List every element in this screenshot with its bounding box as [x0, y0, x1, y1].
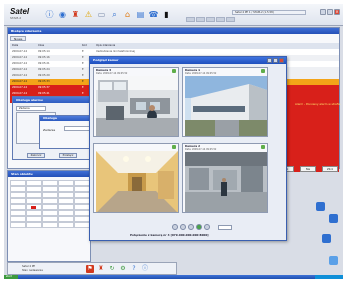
desktop-shortcut-icon[interactable] [329, 214, 338, 223]
toolbar-icons: ⓘ ◉ ♜ ⚠ ▭ ⌕ ⌂ ▤ ☎ ▮ [44, 8, 172, 22]
walking-person-icon[interactable]: ♜ [70, 8, 81, 21]
walking-person-icon[interactable]: ♜ [97, 265, 105, 273]
status-cell[interactable] [10, 222, 26, 228]
status-line-2: Stan nadawania [22, 269, 43, 272]
camera-feed-office [96, 76, 178, 136]
camera-pane-3[interactable]: Kamera 3 Data: 2009-07-14 09:05:52 [93, 67, 179, 137]
minimize-button[interactable] [267, 58, 272, 63]
camera-feed-corridor [96, 151, 178, 212]
system-tray [315, 275, 343, 279]
minimize-button[interactable] [320, 9, 326, 15]
forward-icon[interactable] [204, 224, 210, 230]
connection-status: Połączenie z kamerą nr 4 [079.000.000.00… [130, 233, 209, 237]
camera-status-icon [261, 69, 265, 73]
desktop-shortcut-icon[interactable] [322, 234, 331, 243]
alarm-bell-icon[interactable]: ◉ [57, 8, 68, 21]
tab-new-events[interactable]: Nowe [10, 36, 27, 41]
status-cell[interactable] [42, 222, 58, 228]
flag-icon[interactable]: ⚑ [86, 265, 94, 273]
subwindow-title: Obsługa [40, 116, 96, 121]
alarm-count-button[interactable]: Zlicz [322, 166, 338, 172]
camera-pane-1[interactable]: Kamera 1 Data: 2009-07-14 09:05:52 [182, 67, 268, 137]
info-icon[interactable]: ⓘ [44, 8, 55, 21]
subwindow-label: Zadanie [43, 128, 56, 132]
status-grid [10, 180, 90, 228]
viewer-window-controls [267, 58, 284, 63]
status-cell[interactable] [26, 204, 42, 210]
status-row [10, 222, 90, 228]
switch-button[interactable]: Przełącz [59, 153, 77, 158]
desktop-shortcut-icon[interactable] [329, 256, 338, 265]
stop-icon[interactable] [188, 224, 194, 230]
rewind-icon[interactable] [172, 224, 178, 230]
maximize-button[interactable] [327, 9, 333, 15]
satel-logo: Satel STAM-2 [10, 8, 40, 22]
close-button[interactable]: × [334, 9, 340, 15]
alarm-panel-buttons: Tak Nie Zlicz [278, 166, 338, 172]
viewer-title: Podgląd kamer [90, 57, 286, 64]
desktop-shortcut-icon[interactable] [316, 202, 325, 211]
phone-icon[interactable]: ☎ [148, 8, 159, 21]
main-toolbar: Satel STAM-2 ⓘ ◉ ♜ ⚠ ▭ ⌕ ⌂ ▤ ☎ ▮ Satel 4… [4, 4, 343, 26]
events-window-title: Bieżące zdarzenia [8, 28, 339, 34]
camera-feed-building-exterior [185, 76, 267, 136]
status-cell[interactable] [58, 222, 74, 228]
taskbar: start [4, 275, 343, 279]
camera-status-icon [261, 145, 265, 149]
info-icon[interactable]: ⓘ [141, 265, 149, 273]
tab-tasks[interactable]: Zadania [16, 106, 46, 111]
monitoring-station-screen: Satel STAM-2 ⓘ ◉ ♜ ⚠ ▭ ⌕ ⌂ ▤ ☎ ▮ Satel 4… [4, 4, 343, 279]
start-button[interactable]: start [4, 275, 18, 279]
camera-timestamp: Data: 2009-07-14 09:05:52 [185, 72, 217, 75]
maximize-button[interactable] [273, 58, 278, 63]
shortcut-slot[interactable] [226, 17, 235, 22]
status-window-title: Stan obiektu [8, 171, 90, 177]
window-title: Satel 4 PE 1 / STAM-2 (1.5.58) [232, 10, 306, 15]
playback-controls [172, 224, 210, 230]
camera-feed-warehouse [185, 152, 267, 212]
door-icon[interactable]: ▭ [96, 8, 107, 21]
status-cell[interactable] [26, 222, 42, 228]
shortcut-slot[interactable] [216, 17, 225, 22]
shortcut-slot[interactable] [206, 17, 215, 22]
brand-subtitle: STAM-2 [10, 16, 22, 20]
shortcut-slot[interactable] [186, 17, 195, 22]
alarm-message: Alarm - Ponowny alarm w strefie [295, 102, 341, 106]
camera-timestamp: Data: 2009-07-14 09:05:52 [185, 148, 217, 151]
close-button[interactable] [279, 58, 284, 63]
refresh-icon[interactable]: ↻ [108, 265, 116, 273]
time-field[interactable] [218, 225, 232, 230]
dialog-title: Obsługa alarmu [13, 97, 97, 103]
finish-button[interactable]: Zakończ [27, 153, 45, 158]
brand-name: Satel [10, 7, 30, 16]
camera-timestamp: Data: 2009-07-14 09:05:52 [96, 72, 128, 75]
help-icon[interactable]: ? [130, 265, 138, 273]
status-text: Satel 4 PE Stan nadawania [22, 265, 43, 273]
camera-icon[interactable]: ▮ [161, 8, 172, 21]
camera-pane-4[interactable] [93, 143, 179, 213]
house-icon[interactable]: ⌂ [122, 8, 133, 21]
camera-status-icon [172, 145, 176, 149]
toolbar-shortcut-strip [186, 17, 235, 22]
object-status-window: Stan obiektu [7, 170, 91, 262]
shortcut-slot[interactable] [196, 17, 205, 22]
alarm-no-button[interactable]: Nie [300, 166, 316, 172]
camera-viewer-window: Podgląd kamer Kamera 3 Data: 2009-07-14 … [89, 56, 287, 241]
bottom-status-strip: Satel 4 PE Stan nadawania ⚑ ♜ ↻ ⚙ ? ⓘ [7, 262, 177, 275]
help-icon[interactable] [180, 224, 186, 230]
alarm-handling-dialog: Obsługa alarmu Zadania Obsługa Zadanie Z… [12, 96, 98, 160]
window-controls: × [320, 9, 340, 15]
search-icon[interactable]: ⌕ [109, 8, 120, 21]
folder-icon[interactable]: ▤ [135, 8, 146, 21]
tool-icon[interactable]: ⚙ [119, 265, 127, 273]
camera-status-icon [172, 69, 176, 73]
warning-icon[interactable]: ⚠ [83, 8, 94, 21]
camera-pane-2[interactable]: Kamera 2 Data: 2009-07-14 09:05:52 [182, 143, 268, 213]
status-cell[interactable] [74, 222, 90, 228]
play-icon[interactable] [196, 224, 202, 230]
bottom-action-icons: ⚑ ♜ ↻ ⚙ ? ⓘ [86, 265, 149, 273]
